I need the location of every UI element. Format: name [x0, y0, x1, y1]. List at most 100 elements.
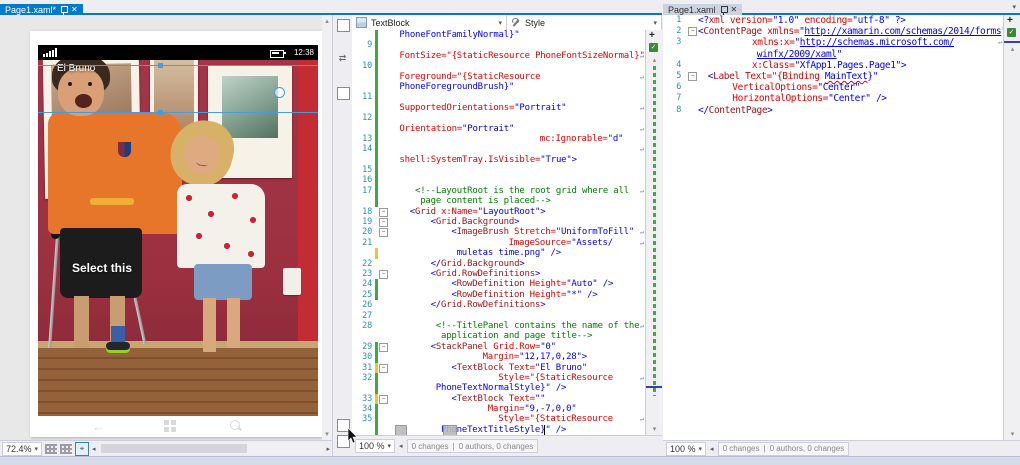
- code-row[interactable]: 14 ↵: [352, 144, 645, 155]
- split-window-icon[interactable]: +: [1007, 15, 1013, 26]
- codelens-indicator[interactable]: 0 changes | 0 authors, 0 changes: [406, 439, 539, 453]
- code-row[interactable]: 21 ImageSource="Assets/ ↵: [352, 238, 645, 248]
- code-row[interactable]: shell:SystemTray.IsVisible="True">: [352, 154, 645, 166]
- vertical-split-icon[interactable]: [337, 87, 350, 100]
- code-row[interactable]: 4 x:Class="XfApp1.Pages.Page1">: [663, 60, 1003, 71]
- code-row[interactable]: 16: [352, 175, 645, 186]
- close-icon[interactable]: ✕: [731, 6, 738, 14]
- tab-overflow-icon[interactable]: ▾: [1012, 3, 1016, 11]
- code-row[interactable]: 5− <Label Text="{Binding MainText}": [663, 71, 1003, 82]
- scroll-down-icon[interactable]: ▾: [322, 430, 332, 438]
- snap-to-snaplines-icon[interactable]: ⌖: [75, 441, 90, 456]
- fold-collapse-icon[interactable]: −: [379, 342, 388, 352]
- codelens-indicator[interactable]: 0 changes | 0 authors, 0 changes: [717, 441, 850, 456]
- scroll-left-icon[interactable]: ◂: [399, 442, 403, 450]
- code-row[interactable]: 20− <ImageBrush Stretch="UniformToFill" ↵: [352, 227, 645, 238]
- phone-page-preview[interactable]: El Bruno Select this e: [38, 60, 318, 416]
- code-row[interactable]: 19− <Grid.Background>: [352, 217, 645, 228]
- code-row[interactable]: 7 HorizontalOptions="Center" />: [663, 93, 1003, 104]
- code-row[interactable]: 35 Style="{StaticResource ↵: [352, 414, 645, 425]
- designer-horizontal-scrollbar[interactable]: [98, 443, 324, 454]
- scroll-down-icon[interactable]: ▾: [1004, 430, 1020, 438]
- pin-icon[interactable]: [60, 5, 69, 15]
- show-grid-icon[interactable]: [45, 443, 58, 454]
- code-row[interactable]: 31− <TextBlock Text="El Bruno": [352, 362, 645, 373]
- xaml-code-editor[interactable]: PhoneFontFamilyNormal}" 9 FontSize="{Stati…: [352, 30, 645, 435]
- code-row[interactable]: 30 Margin="12,17,0,28">: [352, 352, 645, 363]
- code-row[interactable]: 11: [352, 92, 645, 103]
- split-window-icon[interactable]: +: [649, 30, 655, 41]
- code-row[interactable]: 9: [352, 40, 645, 51]
- code-row[interactable]: 32 Style="{StaticResource ↵: [352, 372, 645, 384]
- code-row[interactable]: 6 VerticalOptions="Center": [663, 82, 1003, 93]
- scrollbar-thumb[interactable]: [100, 444, 247, 453]
- overlay-textblock[interactable]: Select this: [72, 261, 132, 275]
- code-row[interactable]: 26 </Grid.RowDefinitions>: [352, 300, 645, 310]
- code-row[interactable]: 10: [352, 61, 645, 72]
- editor-zoom-select[interactable]: 100 % ▾: [666, 441, 707, 456]
- code-row[interactable]: 25 <RowDefinition Height="*" />: [352, 289, 645, 301]
- fold-collapse-icon[interactable]: −: [379, 207, 388, 217]
- code-row[interactable]: 22 </Grid.Background>: [352, 259, 645, 269]
- code-row[interactable]: PhoneFontFamilyNormal}": [352, 30, 645, 41]
- pin-icon[interactable]: [720, 5, 728, 15]
- code-row[interactable]: Orientation="Portrait" ↵: [352, 123, 645, 134]
- selection-handle[interactable]: [158, 63, 163, 68]
- designer-zoom-select[interactable]: 72.4% ▾: [2, 441, 43, 456]
- fold-collapse-icon[interactable]: −: [379, 269, 388, 279]
- scroll-left-icon[interactable]: ◂: [92, 445, 96, 453]
- close-icon[interactable]: ✕: [71, 6, 78, 14]
- code-row[interactable]: SupportedOrientations="Portrait" ↵: [352, 102, 645, 114]
- designer-vertical-scrollbar[interactable]: ▴ ▾: [322, 15, 332, 440]
- code-row[interactable]: PhoneForegroundBrush}": [352, 81, 645, 93]
- scroll-up-icon[interactable]: ▴: [322, 17, 332, 25]
- snap-grid-icon[interactable]: [60, 443, 73, 454]
- code-row[interactable]: 18− <Grid x:Name="LayoutRoot">: [352, 207, 645, 217]
- code-row[interactable]: 3 xmlns:x="http://schemas.microsoft.com/↵: [663, 37, 1003, 48]
- code-row[interactable]: 28 <!--TitlePanel contains the name of th…: [352, 321, 645, 331]
- code-row[interactable]: PhoneTextTitleStyle}" />: [352, 424, 645, 435]
- xaml-code-editor-right[interactable]: 1 <?xml version="1.0" encoding="utf-8" ?>…: [663, 15, 1003, 440]
- code-row[interactable]: muletas time.png" />: [352, 248, 645, 259]
- code-row[interactable]: FontSize="{StaticResource PhoneFontSizeN…: [352, 50, 645, 62]
- member-dropdown[interactable]: Style ▾: [507, 15, 662, 30]
- editor-vertical-scrollbar-right[interactable]: + ✓ ▴ ▾: [1003, 15, 1020, 440]
- editor-vertical-scrollbar[interactable]: + ✓ ▴ ▾: [645, 30, 663, 435]
- collapse-pane-icon[interactable]: [337, 19, 350, 32]
- scroll-right-icon[interactable]: ▸: [326, 445, 330, 453]
- code-row[interactable]: page content is placed-->: [352, 196, 645, 207]
- code-row[interactable]: PhoneTextNormalStyle}" />: [352, 383, 645, 394]
- element-dropdown[interactable]: TextBlock ▾: [352, 15, 507, 30]
- editor-zoom-select[interactable]: 100 % ▾: [355, 439, 396, 453]
- code-row[interactable]: 23− <Grid.RowDefinitions>: [352, 269, 645, 279]
- code-row[interactable]: 33− <TextBlock Text="": [352, 393, 645, 405]
- scroll-up-icon[interactable]: ▴: [1004, 45, 1020, 53]
- fold-collapse-icon[interactable]: −: [688, 71, 697, 81]
- code-row[interactable]: 13 mc:Ignorable="d": [352, 133, 645, 145]
- code-row[interactable]: 8 </ContentPage>: [663, 105, 1003, 116]
- scroll-left-icon[interactable]: ◂: [710, 445, 714, 453]
- xaml-designer-surface[interactable]: 12:38 El Bruno Select this ← ▴ ▾: [0, 15, 332, 440]
- fold-collapse-icon[interactable]: −: [688, 27, 697, 37]
- designer-code-splitter[interactable]: ⇄: [332, 15, 354, 456]
- code-row[interactable]: 12: [352, 113, 645, 124]
- fold-collapse-icon[interactable]: −: [379, 394, 388, 404]
- code-row[interactable]: Foreground="{StaticResource ↵: [352, 71, 645, 82]
- code-row[interactable]: 2− <ContentPage xmlns="http://xamarin.com…: [663, 26, 1003, 37]
- scroll-down-icon[interactable]: ▾: [646, 425, 663, 433]
- fold-collapse-icon[interactable]: −: [379, 218, 388, 228]
- fold-collapse-icon[interactable]: −: [379, 228, 388, 238]
- code-row[interactable]: 1 <?xml version="1.0" encoding="utf-8" ?>: [663, 15, 1003, 26]
- code-row[interactable]: 27: [352, 311, 645, 321]
- code-row[interactable]: 34 Margin="9,-7,0,0": [352, 404, 645, 415]
- code-row[interactable]: winfx/2009/xaml": [663, 49, 1003, 60]
- adorner-rotate-icon[interactable]: [274, 87, 285, 98]
- selection-handle[interactable]: [158, 110, 163, 115]
- scroll-up-icon[interactable]: ▴: [646, 56, 663, 64]
- code-row[interactable]: 17 <!--LayoutRoot is the root grid where …: [352, 185, 645, 197]
- code-row[interactable]: 15: [352, 165, 645, 176]
- code-row[interactable]: 24 <RowDefinition Height="Auto" />: [352, 279, 645, 290]
- swap-panes-icon[interactable]: ⇄: [337, 53, 348, 64]
- code-row[interactable]: 29− <StackPanel Grid.Row="0": [352, 341, 645, 353]
- fold-collapse-icon[interactable]: −: [379, 363, 388, 373]
